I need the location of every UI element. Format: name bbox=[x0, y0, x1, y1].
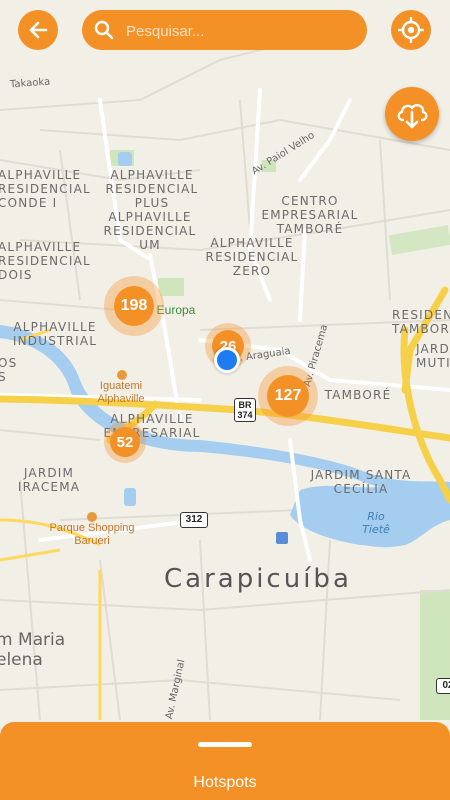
map-label-residen-tambor: RESIDEN TAMBOR bbox=[392, 308, 450, 336]
bag-icon bbox=[117, 370, 127, 380]
search-icon bbox=[94, 20, 114, 40]
hotspot-cluster[interactable]: 198 bbox=[104, 276, 164, 336]
map-label-alphaville-residencial-zero: ALPHAVILLE RESIDENCIAL ZERO bbox=[205, 236, 299, 278]
hotspot-cluster[interactable]: 127 bbox=[258, 366, 318, 426]
hotspot-cluster-count: 52 bbox=[110, 427, 140, 457]
train-station-icon bbox=[276, 532, 288, 544]
route-shield-prefix: BR bbox=[238, 400, 252, 410]
map-label-rio-tiete: Rio Tietê bbox=[362, 510, 390, 536]
search-input[interactable] bbox=[124, 10, 358, 52]
map-label-centro-empresarial-tambore: CENTRO EMPRESARIAL TAMBORÉ bbox=[261, 194, 359, 236]
map-poi-parque-shopping-barueri: Parque Shopping Barueri bbox=[49, 522, 135, 547]
map-label-jardim-iracema: JARDIM IRACEMA bbox=[17, 466, 81, 494]
sheet-title: Hotspots bbox=[193, 774, 257, 791]
park-area bbox=[158, 278, 184, 296]
map-label-alphaville-residencial-conde: ALPHAVILLE RESIDENCIAL CONDE I bbox=[0, 168, 91, 210]
route-shield-312: 312 bbox=[180, 512, 208, 528]
park-area bbox=[420, 590, 450, 720]
bag-icon bbox=[87, 512, 97, 522]
map-label-city: Carapicuíba bbox=[164, 564, 352, 594]
cloud-download-icon bbox=[397, 104, 428, 129]
map-label-os-s: OS S bbox=[0, 356, 18, 384]
map-poi-iguatemi-alphaville: Iguatemi Alphaville bbox=[97, 380, 145, 405]
hotspots-bottom-sheet[interactable]: Hotspots bbox=[0, 722, 450, 800]
back-button[interactable] bbox=[18, 10, 58, 50]
map-label-jard-mutin: JARD MUTIN bbox=[416, 342, 450, 370]
locate-me-button[interactable] bbox=[391, 10, 431, 50]
crosshair-icon bbox=[398, 17, 424, 43]
search-bar[interactable] bbox=[82, 10, 367, 52]
arrow-left-icon bbox=[29, 21, 48, 39]
lake bbox=[118, 152, 132, 166]
map-label-tambore: TAMBORÉ bbox=[324, 388, 392, 402]
hotspot-cluster-count: 127 bbox=[267, 375, 309, 417]
download-offline-button[interactable] bbox=[385, 87, 439, 141]
map-label-jardim-santa-cecilia: JARDIM SANTA CECÍLIA bbox=[310, 468, 412, 496]
map-label-alphaville-residencial-plus: ALPHAVILLE RESIDENCIAL PLUS bbox=[105, 168, 199, 210]
map-label-jardim-maria-helena: m Maria elena bbox=[0, 630, 66, 670]
route-shield-number: 374 bbox=[237, 410, 253, 420]
hotspot-cluster[interactable]: 52 bbox=[104, 421, 146, 463]
map-label-alphaville-industrial: ALPHAVILLE INDUSTRIAL bbox=[12, 320, 98, 348]
hotspot-cluster-count: 198 bbox=[114, 286, 154, 326]
user-location-marker bbox=[214, 347, 240, 373]
map-label-alphaville-residencial-dois: ALPHAVILLE RESIDENCIAL DOIS bbox=[0, 240, 91, 282]
sheet-drag-handle[interactable] bbox=[198, 742, 252, 747]
lake bbox=[124, 488, 136, 506]
route-shield-br374: BR 374 bbox=[234, 398, 256, 422]
route-shield-02: 02 bbox=[436, 678, 450, 694]
